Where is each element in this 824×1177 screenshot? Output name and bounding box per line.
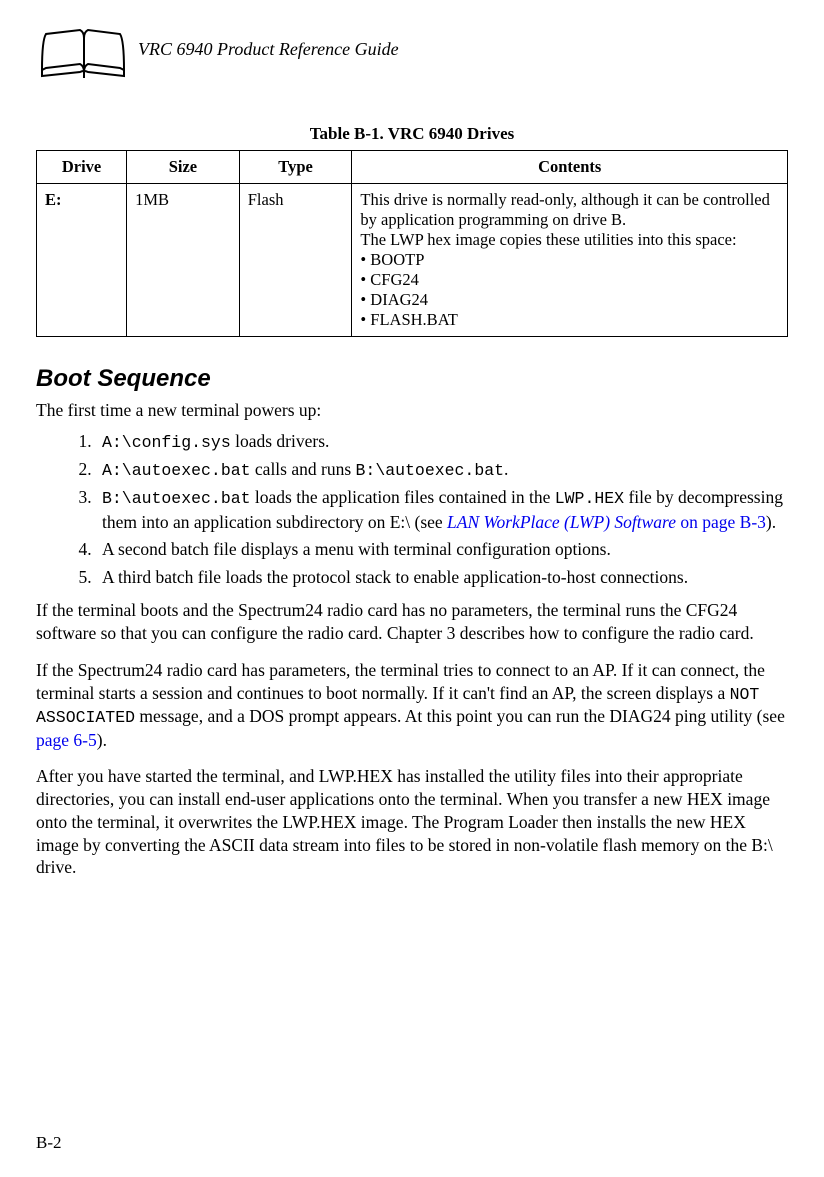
- step-text: ).: [766, 512, 776, 532]
- table-row: E: 1MB Flash This drive is normally read…: [37, 184, 788, 337]
- intro-paragraph: The first time a new terminal powers up:: [36, 399, 788, 422]
- code-text: A:\config.sys: [102, 433, 231, 452]
- cell-drive: E:: [37, 184, 127, 337]
- table-caption: Table B-1. VRC 6940 Drives: [36, 124, 788, 144]
- cell-size: 1MB: [127, 184, 240, 337]
- step-text: loads the application files contained in…: [251, 487, 555, 507]
- body-paragraph: If the Spectrum24 radio card has paramet…: [36, 659, 788, 751]
- cell-contents: This drive is normally read-only, althou…: [352, 184, 788, 337]
- step-text: loads drivers.: [231, 431, 330, 451]
- contents-p1: This drive is normally read-only, althou…: [360, 190, 779, 230]
- th-drive: Drive: [37, 151, 127, 184]
- cross-reference-suffix[interactable]: on page B-3: [676, 512, 766, 532]
- bullet-item: DIAG24: [360, 290, 779, 310]
- contents-bullets: BOOTP CFG24 DIAG24 FLASH.BAT: [360, 250, 779, 330]
- step-item: B:\autoexec.bat loads the application fi…: [96, 486, 788, 534]
- step-text: .: [504, 459, 508, 479]
- step-item: A:\autoexec.bat calls and runs B:\autoex…: [96, 458, 788, 482]
- contents-p2: The LWP hex image copies these utilities…: [360, 230, 779, 250]
- page-number: B-2: [36, 1133, 62, 1153]
- table-header-row: Drive Size Type Contents: [37, 151, 788, 184]
- page-header: VRC 6940 Product Reference Guide: [36, 20, 788, 84]
- body-paragraph: After you have started the terminal, and…: [36, 765, 788, 879]
- paragraph-text: message, and a DOS prompt appears. At th…: [135, 706, 785, 726]
- step-text: calls and runs: [251, 459, 356, 479]
- book-icon: [36, 20, 130, 84]
- step-item: A third batch file loads the protocol st…: [96, 566, 788, 590]
- steps-list: A:\config.sys loads drivers. A:\autoexec…: [36, 430, 788, 590]
- drives-table: Drive Size Type Contents E: 1MB Flash Th…: [36, 150, 788, 337]
- header-title: VRC 6940 Product Reference Guide: [138, 39, 399, 66]
- th-size: Size: [127, 151, 240, 184]
- bullet-item: FLASH.BAT: [360, 310, 779, 330]
- paragraph-text: If the Spectrum24 radio card has paramet…: [36, 660, 765, 703]
- body-paragraph: If the terminal boots and the Spectrum24…: [36, 599, 788, 645]
- th-type: Type: [239, 151, 352, 184]
- cross-reference-link[interactable]: page 6-5: [36, 730, 97, 750]
- paragraph-text: ).: [97, 730, 107, 750]
- code-text: B:\autoexec.bat: [102, 489, 251, 508]
- code-text: B:\autoexec.bat: [356, 461, 505, 480]
- cross-reference-link[interactable]: LAN WorkPlace (LWP) Software: [447, 512, 676, 532]
- bullet-item: CFG24: [360, 270, 779, 290]
- cell-type: Flash: [239, 184, 352, 337]
- code-text: A:\autoexec.bat: [102, 461, 251, 480]
- th-contents: Contents: [352, 151, 788, 184]
- step-item: A:\config.sys loads drivers.: [96, 430, 788, 454]
- section-heading: Boot Sequence: [36, 365, 788, 393]
- bullet-item: BOOTP: [360, 250, 779, 270]
- step-item: A second batch file displays a menu with…: [96, 538, 788, 562]
- code-text: LWP.HEX: [555, 489, 624, 508]
